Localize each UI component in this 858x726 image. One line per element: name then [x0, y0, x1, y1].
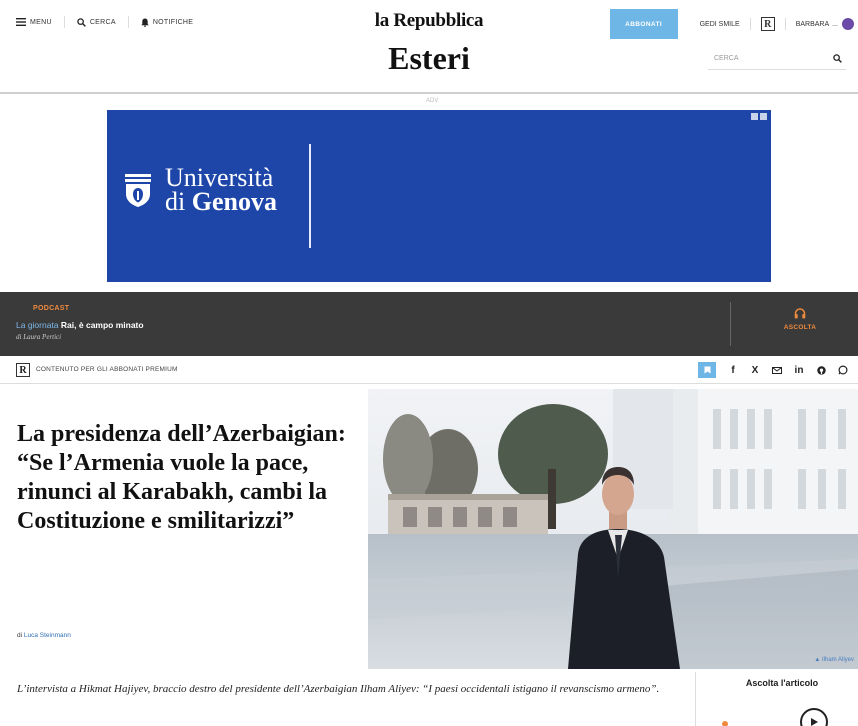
- header-right-tools: ABBONATI GEDI SMILE R BARBARA ...: [609, 9, 858, 39]
- x-icon[interactable]: X: [744, 362, 766, 378]
- user-name: BARBARA: [795, 20, 830, 28]
- site-header: MENU CERCA NOTIFICHE la Repubblica Ester…: [0, 0, 858, 92]
- premium-content-label: CONTENUTO PER GLI ABBONATI PREMIUM: [36, 366, 178, 373]
- notifications-label: NOTIFICHE: [152, 18, 194, 26]
- share-toolbar: f X in: [698, 362, 854, 378]
- listen-indicator: [722, 721, 728, 726]
- university-crest-icon: [125, 174, 151, 207]
- play-icon: [811, 718, 818, 726]
- search-label: CERCA: [89, 18, 116, 26]
- bookmark-icon[interactable]: [698, 362, 716, 378]
- ad-label: ADV: [426, 98, 439, 104]
- advertisement-banner[interactable]: Università di Genova: [107, 110, 771, 282]
- ad-line-2-prefix: di: [165, 187, 192, 216]
- section-search-input[interactable]: CERCA: [708, 48, 846, 70]
- user-ellipsis: ...: [832, 20, 838, 28]
- headphones-icon: [794, 308, 806, 319]
- podcast-bar[interactable]: PODCAST La giornata Rai, è campo minato …: [0, 292, 858, 356]
- facebook-icon[interactable]: f: [722, 362, 744, 378]
- podcast-listen-label: ASCOLTA: [783, 324, 817, 331]
- author-link[interactable]: Luca Steinmann: [24, 632, 71, 639]
- user-menu[interactable]: BARBARA ...: [786, 18, 858, 30]
- user-avatar: [842, 18, 854, 30]
- podcast-author: di Laura Pertici: [16, 333, 62, 341]
- article-headline: La presidenza dell’Azerbaigian: “Se l’Ar…: [17, 421, 346, 534]
- search-icon[interactable]: [833, 54, 842, 63]
- ad-divider: [309, 144, 311, 248]
- header-left-tools: MENU CERCA NOTIFICHE: [16, 16, 205, 28]
- article-byline: di Luca Steinmann: [17, 632, 71, 639]
- podcast-divider: [730, 302, 731, 346]
- header-divider: [0, 92, 858, 94]
- byline-prefix: di: [17, 632, 24, 639]
- section-search-placeholder: CERCA: [714, 55, 739, 62]
- article-photo: [368, 389, 858, 669]
- podcast-listen-button[interactable]: ASCOLTA: [770, 308, 830, 331]
- linkedin-icon[interactable]: in: [788, 362, 810, 378]
- listen-article-title: Ascolta l'articolo: [745, 678, 819, 688]
- whatsapp-icon[interactable]: [832, 362, 854, 378]
- article-photo-illustration: [368, 389, 858, 669]
- premium-bar: R CONTENUTO PER GLI ABBONATI PREMIUM f X…: [0, 356, 858, 384]
- repubblica-premium-link[interactable]: R: [751, 17, 786, 31]
- ad-line-2-bold: Genova: [191, 187, 277, 216]
- r-badge-icon: R: [760, 17, 775, 31]
- premium-r-badge: R: [16, 363, 30, 377]
- listen-article-play-button[interactable]: [800, 708, 828, 726]
- brand-logo[interactable]: la Repubblica: [375, 10, 484, 31]
- section-title[interactable]: Esteri: [388, 40, 470, 76]
- university-logo: Università di Genova: [123, 165, 277, 216]
- email-icon[interactable]: [766, 362, 788, 378]
- gedi-smile-link[interactable]: GEDI SMILE: [690, 18, 751, 30]
- bell-icon: [141, 18, 149, 27]
- subscribe-button[interactable]: ABBONATI: [609, 9, 678, 39]
- podcast-label: PODCAST: [33, 305, 70, 312]
- hamburger-icon: [16, 18, 26, 26]
- search-button[interactable]: CERCA: [65, 16, 129, 28]
- podcast-title[interactable]: La giornata Rai, è campo minato: [16, 320, 144, 330]
- photo-credit: ▲ Ilham Aliyev: [814, 657, 854, 663]
- menu-label: MENU: [30, 18, 52, 26]
- podcast-episode: Rai, è campo minato: [60, 320, 144, 330]
- podcast-show-name: La giornata: [16, 320, 59, 330]
- search-icon: [77, 17, 86, 27]
- pinterest-icon[interactable]: [810, 362, 832, 378]
- menu-button[interactable]: MENU: [16, 16, 65, 28]
- article-lead: L’intervista a Hikmat Hajiyev, braccio d…: [17, 683, 660, 695]
- ad-choices-icon[interactable]: [751, 113, 767, 120]
- notifications-button[interactable]: NOTIFICHE: [129, 16, 205, 28]
- sidebar-divider: [695, 672, 696, 726]
